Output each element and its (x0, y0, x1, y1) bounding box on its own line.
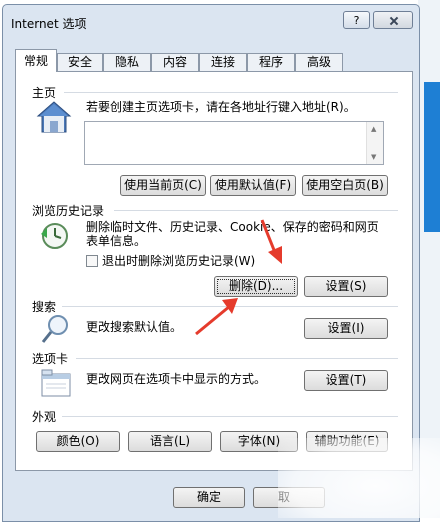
tab-general[interactable]: 常规 (15, 49, 57, 72)
blurred-watermark-area (278, 438, 440, 518)
annotation-arrow-up (195, 298, 238, 336)
annotation-arrow-down (260, 219, 282, 264)
